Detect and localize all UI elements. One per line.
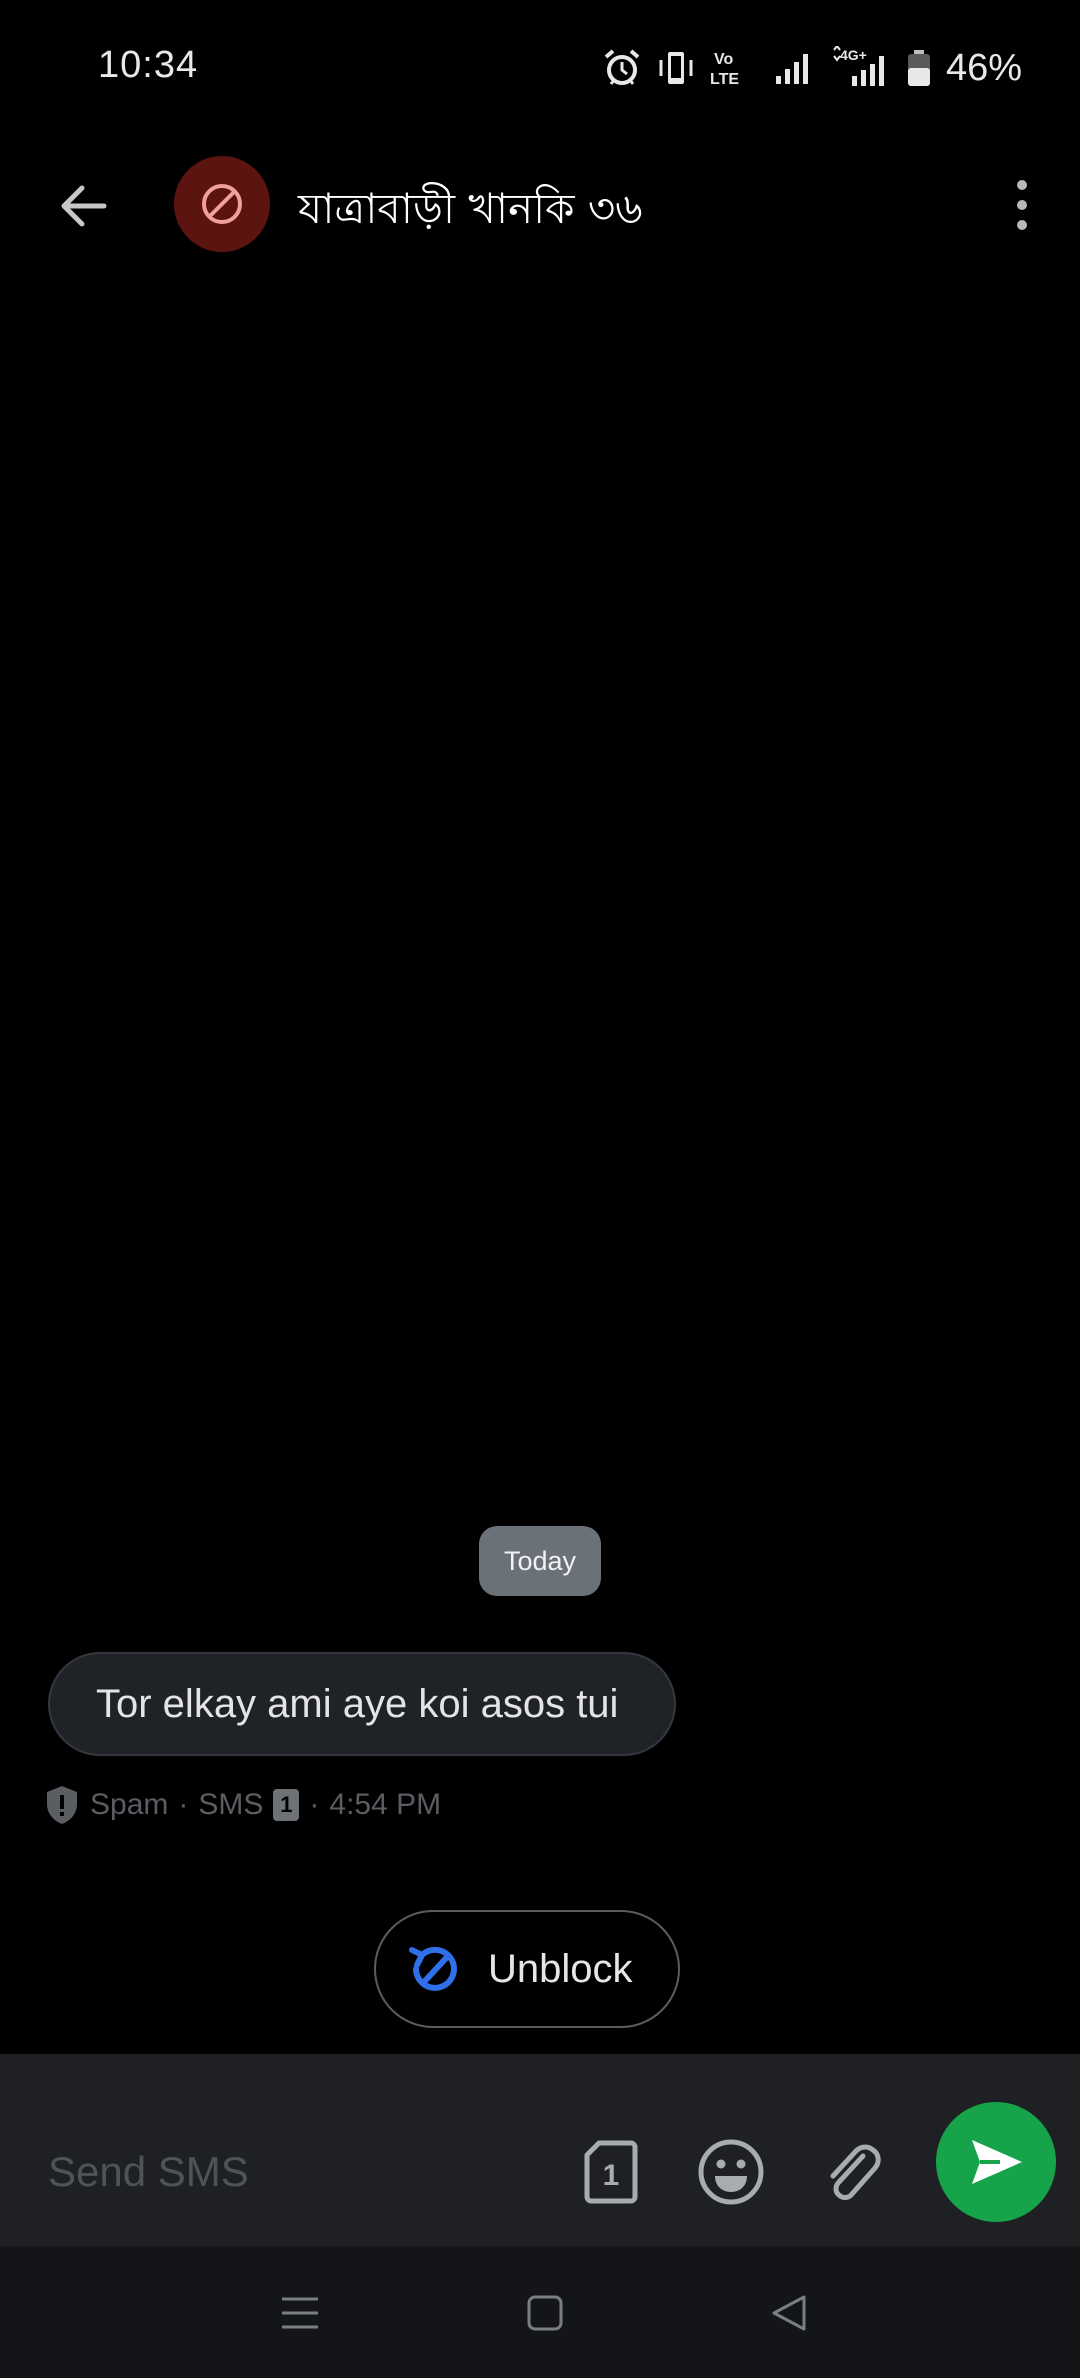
- unblock-label: Unblock: [488, 1946, 633, 1991]
- unblock-button[interactable]: Unblock: [374, 1910, 680, 2028]
- nav-home-button[interactable]: [510, 2278, 580, 2348]
- message-time: 4:54 PM: [329, 1788, 442, 1821]
- spam-shield-icon: [47, 1786, 77, 1824]
- nav-recents-button[interactable]: [265, 2278, 335, 2348]
- emoji-icon: [698, 2139, 764, 2205]
- vibrate-icon: [659, 52, 693, 84]
- channel-label: SMS: [198, 1788, 264, 1821]
- compose-bar: 1: [0, 2054, 1080, 2246]
- alarm-icon: [604, 49, 640, 85]
- nav-back-button[interactable]: [755, 2278, 825, 2348]
- more-vert-icon: [1017, 180, 1027, 230]
- 4g-signal-icon: 4G+: [833, 46, 884, 86]
- message-bubble[interactable]: Tor elkay ami aye koi asos tui: [48, 1652, 676, 1756]
- message-text: Tor elkay ami aye koi asos tui: [96, 1681, 619, 1726]
- send-sms-input[interactable]: [46, 2147, 550, 2197]
- svg-text:LTE: LTE: [710, 71, 739, 88]
- status-bar: 10:34 Vo LTE 4G+ 46%: [0, 0, 1080, 140]
- paperclip-icon: [830, 2144, 881, 2200]
- message-meta: Spam · SMS 1 · 4:54 PM: [44, 1780, 441, 1830]
- spam-label: Spam: [90, 1788, 169, 1821]
- signal-icon: [775, 54, 808, 84]
- sim-select-button[interactable]: 1: [571, 2132, 651, 2212]
- more-options-button[interactable]: [994, 170, 1050, 240]
- meta-separator: ·: [309, 1788, 320, 1821]
- meta-separator: ·: [178, 1788, 189, 1821]
- home-icon: [527, 2295, 563, 2331]
- volte-icon: Vo LTE: [710, 51, 739, 88]
- blocked-icon: [202, 184, 242, 224]
- battery-percent: 46%: [945, 46, 1022, 89]
- menu-icon: [282, 2297, 318, 2329]
- conversation-header: যাত্রাবাড়ী খানকি ৩৬: [0, 140, 1080, 270]
- date-chip: Today: [479, 1526, 601, 1596]
- sim-card-icon: 1: [584, 2140, 638, 2204]
- sim-badge: 1: [273, 1789, 300, 1821]
- svg-text:Vo: Vo: [714, 51, 733, 68]
- back-triangle-icon: [772, 2295, 806, 2331]
- back-button[interactable]: [44, 171, 124, 241]
- emoji-button[interactable]: [691, 2132, 771, 2212]
- send-icon: [972, 2140, 1022, 2184]
- send-button[interactable]: [936, 2102, 1056, 2222]
- contact-avatar[interactable]: [174, 156, 270, 252]
- svg-text:1: 1: [603, 2159, 620, 2192]
- status-icons: Vo LTE 4G+ 46%: [602, 40, 1022, 96]
- status-time: 10:34: [98, 44, 199, 86]
- contact-name[interactable]: যাত্রাবাড়ী খানকি ৩৬: [298, 176, 643, 247]
- attach-button[interactable]: [813, 2132, 893, 2212]
- system-nav-bar: [0, 2246, 1080, 2378]
- unblock-icon: [409, 1946, 457, 1991]
- arrow-back-icon: [61, 185, 107, 227]
- battery-icon: [907, 50, 930, 86]
- svg-text:4G+: 4G+: [840, 47, 867, 63]
